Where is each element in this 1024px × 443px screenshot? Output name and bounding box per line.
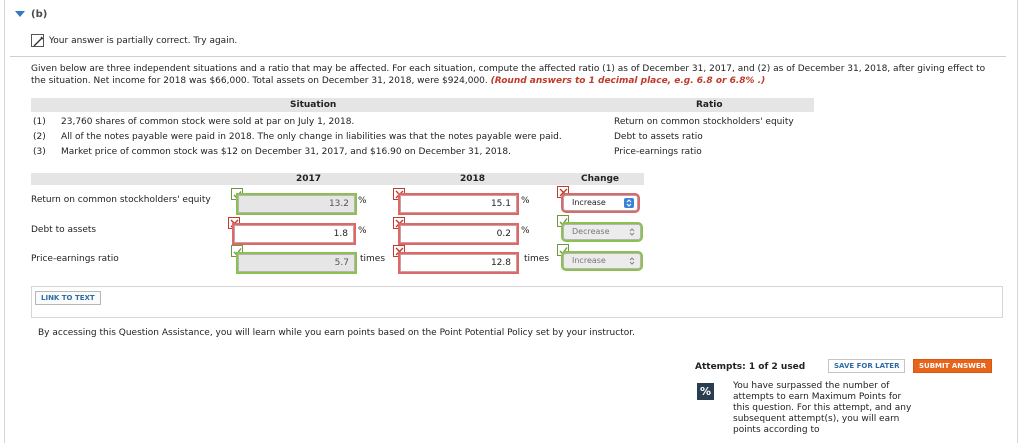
divider: [10, 56, 1006, 57]
rounding-note: (Round answers to 1 decimal place, e.g. …: [490, 76, 766, 86]
save-for-later-button[interactable]: SAVE FOR LATER: [828, 359, 906, 373]
row-label: Price-earnings ratio: [31, 254, 119, 264]
status-message: Your answer is partially correct. Try ag…: [49, 36, 238, 46]
change-select[interactable]: Increase: [563, 195, 638, 211]
change-select[interactable]: Decrease: [563, 224, 641, 240]
percent-icon: %: [697, 383, 714, 400]
unit-label: %: [358, 196, 367, 206]
policy-text: You have surpassed the number of attempt…: [733, 381, 912, 435]
situation-header: Situation: [290, 100, 337, 110]
column-2018-header: 2018: [460, 174, 486, 184]
chevron-updown-icon: [624, 198, 634, 208]
ratio-2018-input[interactable]: 15.1: [400, 195, 517, 213]
change-select[interactable]: Increase: [563, 253, 641, 269]
ratio-2017-input[interactable]: 1.8: [234, 225, 354, 243]
column-2017-header: 2017: [296, 174, 322, 184]
situation-text: 23,760 shares of common stock were sold …: [61, 117, 355, 127]
ratio-2017-input[interactable]: 13.2: [238, 195, 355, 213]
chevron-updown-icon: [627, 256, 637, 266]
situation-number: (1): [33, 117, 46, 127]
ratio-2017-input[interactable]: 5.7: [238, 254, 355, 272]
situation-number: (3): [33, 147, 46, 157]
row-label: Debt to assets: [31, 225, 97, 235]
ratio-header: Ratio: [696, 100, 723, 110]
link-to-text-button[interactable]: LINK TO TEXT: [35, 291, 101, 305]
situation-ratio: Return on common stockholders' equity: [614, 117, 794, 127]
situation-text: Market price of common stock was $12 on …: [61, 147, 511, 157]
collapse-caret-icon[interactable]: [15, 11, 25, 17]
assistance-notice: By accessing this Question Assistance, y…: [38, 328, 635, 338]
row-label: Return on common stockholders' equity: [31, 195, 211, 205]
answer-grid-header: [31, 173, 644, 185]
unit-label: %: [358, 226, 367, 236]
resources-panel: [31, 286, 1003, 318]
situation-number: (2): [33, 132, 46, 142]
submit-answer-button[interactable]: SUBMIT ANSWER: [913, 359, 993, 373]
change-select-value: Decrease: [572, 227, 610, 236]
unit-label: %: [521, 226, 530, 236]
partial-correct-icon: [31, 34, 44, 47]
situation-ratio: Price-earnings ratio: [614, 147, 702, 157]
change-select-value: Increase: [572, 198, 606, 207]
ratio-2018-input[interactable]: 0.2: [400, 225, 517, 243]
unit-label: times: [360, 254, 386, 264]
ratio-2018-input[interactable]: 12.8: [400, 254, 517, 272]
attempts-counter: Attempts: 1 of 2 used: [695, 362, 806, 372]
situation-ratio: Debt to assets ratio: [614, 132, 703, 142]
change-select-value: Increase: [572, 256, 606, 265]
unit-label: times: [524, 254, 550, 264]
column-change-header: Change: [581, 174, 620, 184]
situation-text: All of the notes payable were paid in 20…: [61, 132, 562, 142]
unit-label: %: [521, 196, 530, 206]
part-label: (b): [31, 9, 48, 20]
intro-paragraph: Given below are three independent situat…: [31, 63, 1001, 87]
chevron-updown-icon: [627, 227, 637, 237]
